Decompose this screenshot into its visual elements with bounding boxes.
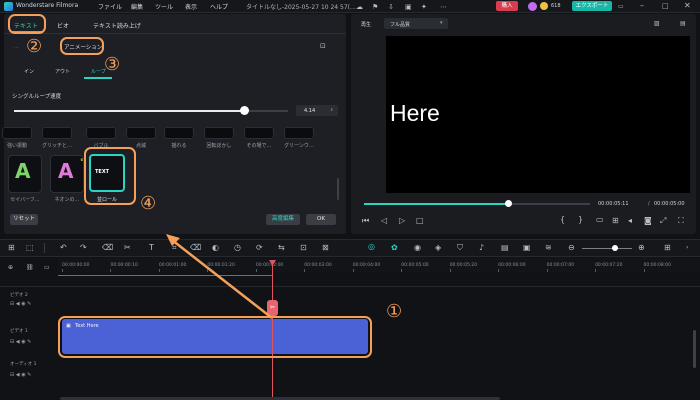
- annotation-arrow-line: [171, 239, 273, 319]
- annotation-arrow: [166, 234, 273, 319]
